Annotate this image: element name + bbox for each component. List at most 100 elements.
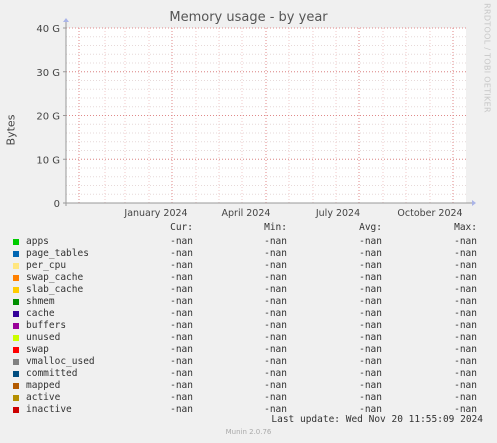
- legend-row: buffers -nan -nan -nan -nan: [0, 320, 497, 332]
- legend-value-avg: -nan: [359, 308, 382, 319]
- legend-swatch: [13, 275, 19, 281]
- legend-series-name: shmem: [26, 296, 55, 307]
- legend-value-cur: -nan: [170, 368, 193, 379]
- legend-value-min: -nan: [264, 272, 287, 283]
- legend-swatch: [13, 347, 19, 353]
- legend-value-avg: -nan: [359, 260, 382, 271]
- legend-swatch: [13, 263, 19, 269]
- legend-series-name: per_cpu: [26, 260, 67, 271]
- legend-value-max: -nan: [454, 368, 477, 379]
- legend-value-cur: -nan: [170, 380, 193, 391]
- legend-value-max: -nan: [454, 236, 477, 247]
- legend-value-max: -nan: [454, 296, 477, 307]
- legend-value-max: -nan: [454, 344, 477, 355]
- legend-row: slab_cache -nan -nan -nan -nan: [0, 284, 497, 296]
- legend-series-name: committed: [26, 368, 78, 379]
- legend-value-avg: -nan: [359, 320, 382, 331]
- legend-row: page_tables -nan -nan -nan -nan: [0, 248, 497, 260]
- legend-series-name: active: [26, 392, 61, 403]
- legend-swatch: [13, 383, 19, 389]
- legend-value-max: -nan: [454, 248, 477, 259]
- legend-swatch: [13, 323, 19, 329]
- legend-row: committed -nan -nan -nan -nan: [0, 368, 497, 380]
- legend-header-cur: Cur:: [170, 222, 193, 233]
- legend-value-cur: -nan: [170, 308, 193, 319]
- legend-rows: apps -nan -nan -nan -nan page_tables -nan -nan -…: [0, 236, 497, 416]
- legend-row: unused -nan -nan -nan -nan: [0, 332, 497, 344]
- legend-value-min: -nan: [264, 248, 287, 259]
- y-tick-label: 0: [54, 199, 60, 210]
- legend-swatch: [13, 371, 19, 377]
- last-update: Last update: Wed Nov 20 11:55:09 2024: [271, 414, 483, 425]
- legend-value-min: -nan: [264, 296, 287, 307]
- legend-swatch: [13, 239, 19, 245]
- legend-header-max: Max:: [454, 222, 477, 233]
- legend-value-min: -nan: [264, 344, 287, 355]
- legend-swatch: [13, 251, 19, 257]
- chart-plot: 0 10 G 20 G 30 G 40 G January 2024 April 2024 J…: [36, 18, 476, 219]
- legend-table: Cur: Min: Avg: Max: apps -nan -nan -nan -nan…: [0, 222, 497, 416]
- legend-value-cur: -nan: [170, 320, 193, 331]
- x-tick-label: July 2024: [315, 208, 360, 219]
- y-tick-label: 20 G: [36, 112, 60, 123]
- legend-header-avg: Avg:: [359, 222, 382, 233]
- legend-swatch: [13, 311, 19, 317]
- legend-row: shmem -nan -nan -nan -nan: [0, 296, 497, 308]
- legend-row: mapped -nan -nan -nan -nan: [0, 380, 497, 392]
- legend-value-cur: -nan: [170, 296, 193, 307]
- legend-swatch: [13, 335, 19, 341]
- legend-value-min: -nan: [264, 260, 287, 271]
- legend-series-name: buffers: [26, 320, 67, 331]
- legend-value-max: -nan: [454, 380, 477, 391]
- x-tick-label: October 2024: [397, 208, 462, 219]
- legend-value-cur: -nan: [170, 344, 193, 355]
- legend-series-name: swap: [26, 344, 49, 355]
- y-tick-label: 10 G: [36, 155, 60, 166]
- legend-value-cur: -nan: [170, 248, 193, 259]
- legend-value-avg: -nan: [359, 248, 382, 259]
- legend-value-avg: -nan: [359, 380, 382, 391]
- legend-swatch: [13, 395, 19, 401]
- legend-header: Cur: Min: Avg: Max:: [0, 222, 497, 234]
- legend-value-avg: -nan: [359, 272, 382, 283]
- legend-value-max: -nan: [454, 392, 477, 403]
- legend-row: apps -nan -nan -nan -nan: [0, 236, 497, 248]
- legend-row: active -nan -nan -nan -nan: [0, 392, 497, 404]
- y-tick-label: 40 G: [36, 24, 60, 35]
- legend-row: cache -nan -nan -nan -nan: [0, 308, 497, 320]
- legend-value-avg: -nan: [359, 332, 382, 343]
- legend-value-cur: -nan: [170, 404, 193, 415]
- legend-value-min: -nan: [264, 356, 287, 367]
- legend-value-min: -nan: [264, 368, 287, 379]
- y-axis-arrow: [63, 18, 69, 22]
- legend-swatch: [13, 359, 19, 365]
- legend-value-cur: -nan: [170, 356, 193, 367]
- legend-swatch: [13, 299, 19, 305]
- legend-series-name: mapped: [26, 380, 61, 391]
- legend-value-cur: -nan: [170, 392, 193, 403]
- legend-value-avg: -nan: [359, 356, 382, 367]
- legend-value-avg: -nan: [359, 368, 382, 379]
- legend-value-max: -nan: [454, 308, 477, 319]
- legend-row: swap_cache -nan -nan -nan -nan: [0, 272, 497, 284]
- legend-value-max: -nan: [454, 356, 477, 367]
- legend-series-name: inactive: [26, 404, 72, 415]
- legend-value-avg: -nan: [359, 284, 382, 295]
- legend-value-cur: -nan: [170, 272, 193, 283]
- legend-row: per_cpu -nan -nan -nan -nan: [0, 260, 497, 272]
- legend-value-min: -nan: [264, 236, 287, 247]
- legend-value-max: -nan: [454, 260, 477, 271]
- legend-value-cur: -nan: [170, 284, 193, 295]
- legend-swatch: [13, 407, 19, 413]
- legend-series-name: slab_cache: [26, 284, 84, 295]
- legend-value-min: -nan: [264, 308, 287, 319]
- legend-value-cur: -nan: [170, 332, 193, 343]
- x-tick-label: April 2024: [222, 208, 271, 219]
- munin-version: Munin 2.0.76: [225, 428, 272, 436]
- legend-series-name: apps: [26, 236, 49, 247]
- legend-row: swap -nan -nan -nan -nan: [0, 344, 497, 356]
- x-axis-arrow: [472, 200, 476, 206]
- legend-value-max: -nan: [454, 284, 477, 295]
- legend-series-name: vmalloc_used: [26, 356, 95, 367]
- legend-header-min: Min:: [264, 222, 287, 233]
